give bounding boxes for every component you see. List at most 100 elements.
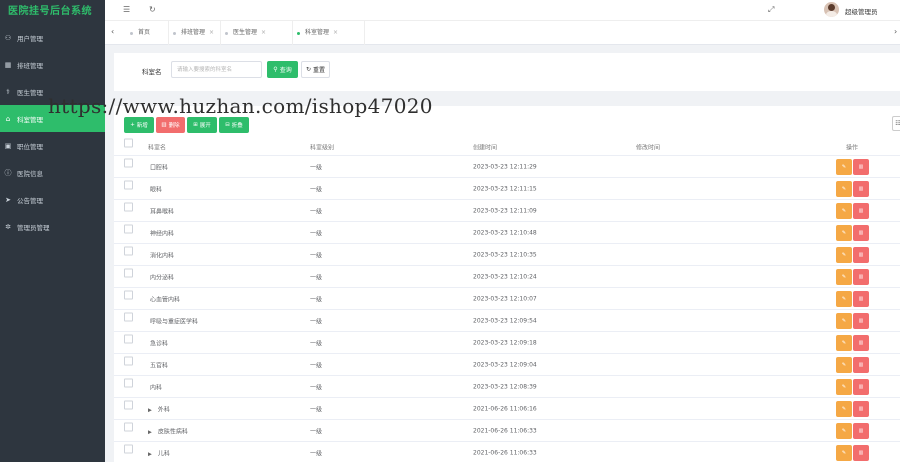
edit-button[interactable]: ✎ — [836, 158, 852, 175]
department-name-cell: 神经内科 — [150, 228, 174, 237]
row-delete-button[interactable]: ▥ — [853, 202, 869, 219]
column-header-name[interactable]: 科室名 — [148, 143, 166, 152]
row-delete-button[interactable]: ▥ — [853, 290, 869, 307]
edit-button[interactable]: ✎ — [836, 378, 852, 395]
edit-button[interactable]: ✎ — [836, 356, 852, 373]
row-delete-button[interactable]: ▥ — [853, 444, 869, 461]
tab-status-dot — [173, 32, 176, 35]
row-checkbox[interactable] — [124, 202, 133, 211]
sidebar-item[interactable]: ▦ 排班管理 — [0, 51, 105, 78]
tab-scroll-right-icon[interactable]: › — [894, 27, 897, 36]
column-header-created[interactable]: 创建时间 — [473, 143, 497, 152]
row-delete-button[interactable]: ▥ — [853, 224, 869, 241]
reset-button[interactable]: ↻ 重置 — [301, 61, 330, 78]
delete-button[interactable]: ▥ 删除 — [156, 117, 185, 133]
tab-item[interactable]: 科室管理 × — [293, 21, 365, 45]
sidebar-item-label: 排班管理 — [17, 61, 43, 70]
row-delete-button[interactable]: ▥ — [853, 400, 869, 417]
sidebar-item-label: 公告管理 — [17, 196, 43, 205]
tab-item[interactable]: 排班管理 × — [169, 21, 221, 45]
row-checkbox[interactable] — [124, 444, 133, 453]
close-icon[interactable]: × — [261, 29, 266, 36]
select-all-checkbox[interactable] — [124, 138, 133, 148]
collapse-button[interactable]: ⊟ 折叠 — [219, 117, 249, 133]
edit-button[interactable]: ✎ — [836, 422, 852, 439]
tab-scroll-left-icon[interactable]: ‹ — [111, 27, 114, 36]
row-delete-button[interactable]: ▥ — [853, 356, 869, 373]
edit-button[interactable]: ✎ — [836, 202, 852, 219]
trash-icon: ▥ — [161, 122, 167, 128]
row-checkbox[interactable] — [124, 422, 133, 431]
top-header: ☰ ↻ ⤢ 超级管理员 — [105, 0, 900, 21]
edit-button[interactable]: ✎ — [836, 290, 852, 307]
table-row: 口腔科 一级 2023-03-23 12:11:29 ✎ ▥ — [114, 156, 900, 178]
department-level: 一级 — [310, 384, 323, 391]
row-checkbox[interactable] — [124, 158, 133, 167]
sidebar-item[interactable]: ✲ 管理员管理 — [0, 213, 105, 240]
column-settings-icon[interactable]: ☷ — [892, 116, 900, 131]
row-delete-button[interactable]: ▥ — [853, 378, 869, 395]
row-checkbox[interactable] — [124, 356, 133, 365]
expand-arrow-icon[interactable]: ▶ — [148, 429, 152, 435]
expand-button[interactable]: ⊞ 展开 — [187, 117, 217, 133]
trash-icon: ▥ — [858, 207, 864, 214]
query-button[interactable]: ⚲ 查询 — [267, 61, 298, 78]
row-delete-button[interactable]: ▥ — [853, 422, 869, 439]
row-checkbox[interactable] — [124, 400, 133, 409]
refresh-icon[interactable]: ↻ — [149, 5, 156, 14]
row-checkbox[interactable] — [124, 290, 133, 299]
edit-button[interactable]: ✎ — [836, 224, 852, 241]
tab-item[interactable]: 医生管理 × — [221, 21, 293, 45]
department-level: 一级 — [310, 186, 323, 193]
search-icon: ⚲ — [273, 66, 278, 73]
row-checkbox[interactable] — [124, 268, 133, 277]
edit-button[interactable]: ✎ — [836, 268, 852, 285]
sidebar-item-label: 管理员管理 — [17, 223, 50, 232]
expand-arrow-icon[interactable]: ▶ — [148, 407, 152, 413]
department-level: 一级 — [310, 362, 323, 369]
edit-button[interactable]: ✎ — [836, 334, 852, 351]
fullscreen-icon[interactable]: ⤢ — [768, 5, 774, 15]
trash-icon: ▥ — [858, 317, 864, 324]
expand-arrow-icon[interactable]: ▶ — [148, 451, 152, 457]
department-level: 一级 — [310, 274, 323, 281]
row-delete-button[interactable]: ▥ — [853, 158, 869, 175]
close-icon[interactable]: × — [333, 29, 338, 36]
user-name[interactable]: 超级管理员 — [845, 6, 878, 16]
sidebar-item[interactable]: ▣ 职位管理 — [0, 132, 105, 159]
row-checkbox[interactable] — [124, 334, 133, 343]
department-table: 科室名 科室级别 创建时间 修改时间 操作 口腔科 一级 2023-03-23 12… — [114, 138, 900, 462]
trash-icon: ▥ — [858, 405, 864, 412]
close-icon[interactable]: × — [209, 29, 214, 36]
avatar[interactable] — [824, 2, 839, 17]
department-search-input[interactable] — [171, 61, 262, 78]
department-name-cell: 内分泌科 — [150, 272, 174, 281]
tab-item[interactable]: 首页 — [126, 21, 169, 45]
row-checkbox[interactable] — [124, 246, 133, 255]
department-name: 眼科 — [150, 186, 163, 193]
edit-button[interactable]: ✎ — [836, 444, 852, 461]
row-checkbox[interactable] — [124, 180, 133, 189]
edit-button[interactable]: ✎ — [836, 312, 852, 329]
row-delete-button[interactable]: ▥ — [853, 180, 869, 197]
edit-icon: ✎ — [841, 317, 847, 324]
row-checkbox[interactable] — [124, 378, 133, 387]
row-delete-button[interactable]: ▥ — [853, 334, 869, 351]
edit-icon: ✎ — [841, 361, 847, 368]
edit-button[interactable]: ✎ — [836, 180, 852, 197]
row-checkbox[interactable] — [124, 224, 133, 233]
add-button[interactable]: + 新增 — [124, 117, 154, 133]
row-delete-button[interactable]: ▥ — [853, 312, 869, 329]
edit-button[interactable]: ✎ — [836, 400, 852, 417]
sidebar-item[interactable]: ⓘ 医院信息 — [0, 159, 105, 186]
row-checkbox[interactable] — [124, 312, 133, 321]
column-header-level[interactable]: 科室级别 — [310, 143, 334, 152]
edit-button[interactable]: ✎ — [836, 246, 852, 263]
created-time: 2023-03-23 12:10:24 — [473, 273, 537, 280]
column-header-modified[interactable]: 修改时间 — [636, 143, 660, 152]
row-delete-button[interactable]: ▥ — [853, 246, 869, 263]
sidebar-item[interactable]: ➤ 公告管理 — [0, 186, 105, 213]
row-delete-button[interactable]: ▥ — [853, 268, 869, 285]
menu-toggle-icon[interactable]: ☰ — [123, 5, 130, 14]
sidebar-item[interactable]: ⚇ 用户管理 — [0, 24, 105, 51]
